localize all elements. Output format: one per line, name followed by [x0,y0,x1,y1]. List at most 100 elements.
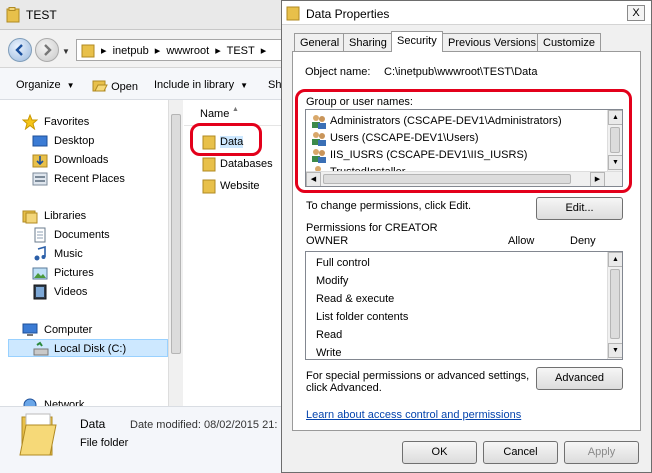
breadcrumb-separator[interactable]: ▸ [215,45,221,57]
permission-label: Read [316,329,343,341]
explorer-window: TEST ▼ ▸ inetpub ▸ wwwroot ▸ TEST ▸ Orga… [0,0,300,473]
forward-arrow-icon [44,44,52,56]
scrollbar-thumb[interactable] [610,269,620,339]
nav-music-label: Music [54,248,83,260]
dialog-title-bar: Data Properties X [282,1,651,25]
explorer-title-bar: TEST [0,0,299,30]
explorer-command-bar: Organize ▼ Open Include in library ▼ Sh [0,68,299,100]
permission-label: Read & execute [316,293,395,305]
back-arrow-icon [15,44,23,56]
tab-general[interactable]: General [294,33,346,51]
change-permissions-text: To change permissions, click Edit. [306,200,472,212]
scroll-down-arrow-icon[interactable]: ▼ [608,343,622,358]
open-button[interactable]: Open [92,79,138,93]
recent-places-icon [32,172,48,186]
organize-label: Organize [16,79,61,91]
close-button[interactable]: X [627,5,645,21]
breadcrumb-separator[interactable]: ▸ [101,45,107,57]
nav-local-disk[interactable]: Local Disk (C:) [8,339,168,357]
breadcrumb-separator[interactable]: ▸ [155,45,161,57]
folder-icon [6,7,20,23]
list-item-label: Databases [220,158,273,170]
permission-label: Modify [316,275,349,287]
cancel-button[interactable]: Cancel [483,441,558,464]
advanced-button[interactable]: Advanced [536,367,623,390]
folder-icon [81,44,95,58]
include-label: Include in library [154,79,235,91]
address-bar[interactable]: ▸ inetpub ▸ wwwroot ▸ TEST ▸ [76,39,298,61]
videos-icon [33,284,47,300]
permission-label: List folder contents [316,311,409,323]
open-folder-icon [92,80,108,92]
name-column-label: Name [200,108,230,120]
tab-label: Previous Versions [448,37,537,49]
ok-button[interactable]: OK [402,441,477,464]
learn-more-link[interactable]: Learn about access control and permissio… [306,409,521,421]
libraries-icon [22,210,38,224]
include-in-library-button[interactable]: Include in library ▼ [154,79,248,91]
nav-favorites-label: Favorites [44,116,90,128]
permissions-list[interactable]: Full control Modify Read & execute List … [305,251,623,360]
tab-label: Customize [543,37,595,49]
share-with-button[interactable]: Sh [268,79,281,91]
explorer-window-title: TEST [26,8,57,22]
nav-local-disk-label: Local Disk (C:) [54,343,127,355]
local-disk-icon [33,341,49,356]
breadcrumb-wwwroot[interactable]: wwwroot [166,45,209,57]
navigation-pane: Favorites Desktop Downloads Recent Place… [0,100,183,412]
nav-downloads-label: Downloads [54,154,109,166]
dialog-title: Data Properties [306,7,390,21]
nav-documents-label: Documents [54,229,110,241]
cancel-button-label: Cancel [503,446,538,458]
allow-column-header: Allow [508,235,535,247]
details-type: File folder [80,437,129,449]
apply-button-label: Apply [587,446,616,458]
breadcrumb-test[interactable]: TEST [227,45,255,57]
nav-libraries-label: Libraries [44,210,87,222]
permissions-list-scrollbar[interactable]: ▲ ▼ [607,252,622,359]
object-name-value: C:\inetpub\wwwroot\TEST\Data [384,66,538,78]
desktop-icon [32,135,48,147]
tab-label: Security [397,35,437,47]
dropdown-arrow-icon: ▼ [66,81,75,90]
navigation-pane-scrollbar[interactable] [168,100,183,406]
tab-sharing[interactable]: Sharing [343,33,393,51]
special-permissions-text: For special permissions or advanced sett… [306,370,530,382]
music-icon [34,246,46,261]
advanced-button-label: Advanced [555,372,604,384]
nav-pictures-label: Pictures [54,267,94,279]
nav-desktop-label: Desktop [54,135,95,147]
object-name-label: Object name: [305,66,371,78]
folder-icon [286,6,300,21]
tab-previous-versions[interactable]: Previous Versions [442,33,543,51]
computer-icon [22,323,38,336]
scroll-up-arrow-icon[interactable]: ▲ [608,252,622,267]
nav-videos-label: Videos [54,286,88,298]
folder-icon [202,157,216,172]
organize-button[interactable]: Organize ▼ [16,79,75,91]
scrollbar-thumb[interactable] [171,114,181,354]
tab-security[interactable]: Security [391,31,443,52]
edit-button[interactable]: Edit... [536,197,623,220]
tab-customize[interactable]: Customize [537,33,601,51]
star-icon [22,114,38,130]
permissions-for-label-2: OWNER [306,235,349,247]
breadcrumb-separator[interactable]: ▸ [261,45,267,57]
tab-label: Sharing [349,37,387,49]
breadcrumb: ▸ inetpub ▸ wwwroot ▸ TEST ▸ [101,44,269,57]
open-label: Open [111,81,138,93]
data-folder-highlight [190,123,262,156]
nav-recent-label: Recent Places [54,173,125,185]
details-date-modified: Date modified: 08/02/2015 21: [130,419,278,431]
ok-button-label: OK [431,446,448,458]
documents-icon [34,227,46,243]
back-button[interactable] [8,38,32,62]
recent-pages-dropdown[interactable]: ▼ [62,47,70,56]
apply-button[interactable]: Apply [564,441,639,464]
breadcrumb-inetpub[interactable]: inetpub [113,45,149,57]
sort-ascending-icon: ▲ [232,106,239,113]
forward-button[interactable] [35,38,59,62]
deny-column-header: Deny [570,235,596,247]
permission-label: Write [316,347,342,359]
tab-label: General [300,37,340,49]
